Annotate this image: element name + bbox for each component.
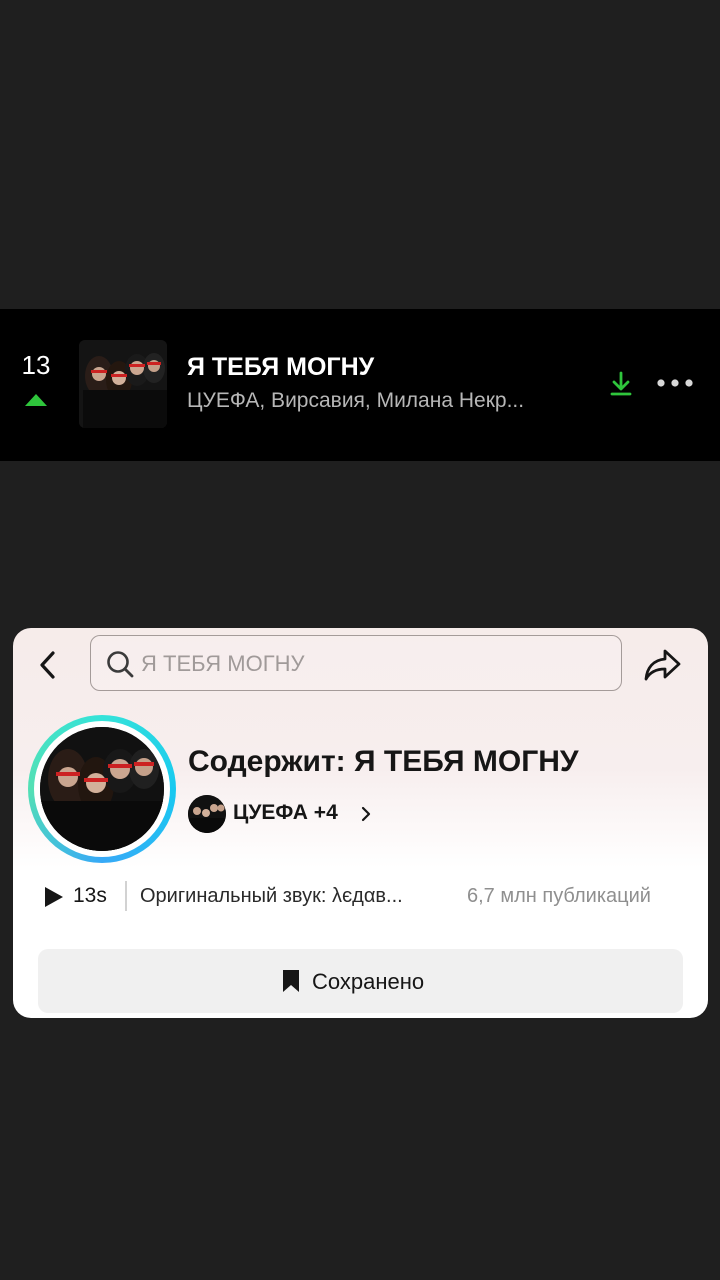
sound-card: Я ТЕБЯ МОГНУ Содержит: Я ТЕБЯ МОГНУ ЦУЕФ… [13,628,708,1018]
chevron-left-icon[interactable] [35,648,61,682]
track-artists[interactable]: ЦУЕФА, Вирсавия, Милана Некр... [187,389,577,413]
sound-avatar[interactable] [28,715,176,863]
share-icon[interactable] [643,647,683,683]
track-title[interactable]: Я ТЕБЯ МОГНУ [187,353,374,382]
publications-count: 6,7 млн публикаций [467,885,651,907]
sound-duration: 13s [73,884,107,907]
more-dots-icon[interactable] [656,378,694,388]
search-value: Я ТЕБЯ МОГНУ [141,651,305,676]
artist-link[interactable]: ЦУЕФА +4 [233,801,338,825]
saved-label: Сохранено [312,969,425,994]
bookmark-icon [283,970,299,992]
original-sound-name[interactable]: Оригинальный звук: λєдαв... [140,885,403,908]
chevron-right-icon[interactable] [360,805,372,823]
artist-avatar[interactable] [188,795,226,833]
search-icon [107,651,134,678]
rank-number: 13 [21,350,51,380]
divider [125,881,127,911]
track-cover[interactable] [79,340,167,428]
search-input[interactable]: Я ТЕБЯ МОГНУ [90,635,622,691]
download-icon[interactable] [608,371,634,397]
play-icon[interactable] [43,885,65,909]
arrow-up-icon [25,394,47,406]
saved-button[interactable]: Сохранено [38,949,683,1013]
sound-title: Содержит: Я ТЕБЯ МОГНУ [188,745,579,778]
